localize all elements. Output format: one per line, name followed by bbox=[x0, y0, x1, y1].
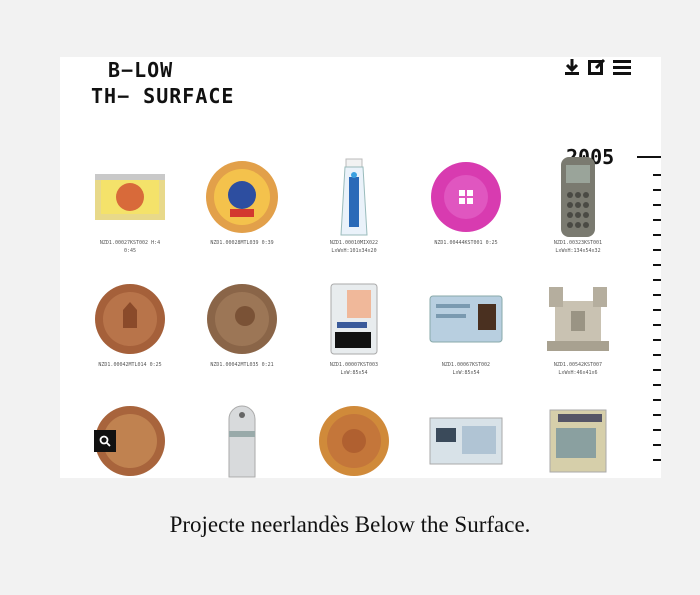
ruler-tick bbox=[653, 204, 661, 206]
timeline-ruler[interactable] bbox=[651, 174, 661, 478]
timeline-marker bbox=[637, 156, 661, 158]
grid-item[interactable]: NZD1.00007KST003 LxW:85x54 bbox=[298, 279, 410, 377]
ruler-tick bbox=[653, 309, 661, 311]
grid-item[interactable]: NZD1.00042MTL035 0:21 bbox=[186, 279, 298, 369]
logo-line-1: B−LOW bbox=[108, 58, 174, 82]
grid-item[interactable] bbox=[74, 401, 186, 478]
edit-icon[interactable] bbox=[588, 57, 606, 77]
ruler-tick bbox=[653, 174, 661, 176]
figure-caption: Projecte neerlandès Below the Surface. bbox=[169, 512, 531, 537]
coin-image bbox=[74, 279, 186, 359]
ruler-tick bbox=[653, 279, 661, 281]
grid-item[interactable]: NZD1.00323KST001 LxWxH:134x54x32 bbox=[522, 157, 634, 255]
ruler-tick bbox=[653, 354, 661, 356]
item-caption: NZD1.00027KST002 H:4 0:45 bbox=[99, 240, 161, 254]
toolbar bbox=[563, 57, 631, 77]
ruler-tick bbox=[653, 399, 661, 401]
grid-item[interactable]: NZD1.00028MTL039 0:39 bbox=[186, 157, 298, 247]
item-caption: NZD1.00028MTL039 0:39 bbox=[210, 240, 274, 246]
ruler-tick bbox=[653, 459, 661, 461]
connector-image bbox=[522, 279, 634, 359]
item-caption: NZD1.00010MIX022 LxWxH:101x34x20 bbox=[329, 240, 379, 254]
app-screen: B−LOW TH− SURFACE 2005 NZD1.00027KST002 … bbox=[60, 57, 661, 478]
ruler-tick bbox=[653, 384, 661, 386]
grid-item[interactable]: NZD1.00010MIX022 LxWxH:101x34x20 bbox=[298, 157, 410, 255]
ruler-tick bbox=[653, 219, 661, 221]
coin-image bbox=[74, 401, 186, 478]
ruler-tick bbox=[653, 429, 661, 431]
grid-item[interactable] bbox=[410, 401, 522, 478]
grid-item[interactable] bbox=[186, 401, 298, 478]
menu-icon[interactable] bbox=[613, 57, 631, 77]
card-image bbox=[410, 401, 522, 478]
pink-button-image bbox=[410, 157, 522, 237]
ruler-tick bbox=[653, 249, 661, 251]
ruler-tick bbox=[653, 234, 661, 236]
ruler-tick bbox=[653, 369, 661, 371]
item-caption: NZD1.00007KST003 LxW:85x54 bbox=[329, 362, 379, 376]
phone-image bbox=[522, 157, 634, 237]
download-icon[interactable] bbox=[563, 57, 581, 77]
grid-item[interactable]: NZD1.00067KST002 LxW:85x54 bbox=[410, 279, 522, 377]
ruler-tick bbox=[653, 444, 661, 446]
capsule-image bbox=[186, 401, 298, 478]
grid-item[interactable]: NZD1.00542KST007 LxWxH:46x41x6 bbox=[522, 279, 634, 377]
toothpaste-image bbox=[298, 157, 410, 237]
grid-item[interactable]: NZD1.00027KST002 H:4 0:45 bbox=[74, 157, 186, 255]
id-card-image bbox=[410, 279, 522, 359]
plate-image bbox=[186, 157, 298, 237]
coin-image bbox=[298, 401, 410, 478]
item-caption: NZD1.00542KST007 LxWxH:46x41x6 bbox=[553, 362, 603, 376]
item-caption: NZD1.00067KST002 LxW:85x54 bbox=[441, 362, 491, 376]
ruler-tick bbox=[653, 189, 661, 191]
card-image bbox=[522, 401, 634, 478]
ruler-tick bbox=[653, 264, 661, 266]
item-caption: NZD1.00042MTL035 0:21 bbox=[210, 362, 274, 368]
grid-item[interactable] bbox=[298, 401, 410, 478]
item-caption: NZD1.00444KST001 0:25 bbox=[434, 240, 498, 246]
coin-image bbox=[186, 279, 298, 359]
grid-item[interactable] bbox=[522, 401, 634, 478]
search-icon[interactable] bbox=[94, 430, 116, 452]
logo-line-2: TH− SURFACE bbox=[91, 84, 235, 108]
ruler-tick bbox=[653, 339, 661, 341]
wrapper-image bbox=[74, 157, 186, 237]
logo[interactable]: B−LOW TH− SURFACE bbox=[91, 57, 234, 109]
ruler-tick bbox=[653, 324, 661, 326]
item-caption: NZD1.00323KST001 LxWxH:134x54x32 bbox=[553, 240, 603, 254]
ruler-tick bbox=[653, 414, 661, 416]
item-caption: NZD1.00042MTL014 0:25 bbox=[98, 362, 162, 368]
id-card-image bbox=[298, 279, 410, 359]
grid-item[interactable]: NZD1.00444KST001 0:25 bbox=[410, 157, 522, 247]
ruler-tick bbox=[653, 294, 661, 296]
grid-item[interactable]: NZD1.00042MTL014 0:25 bbox=[74, 279, 186, 369]
